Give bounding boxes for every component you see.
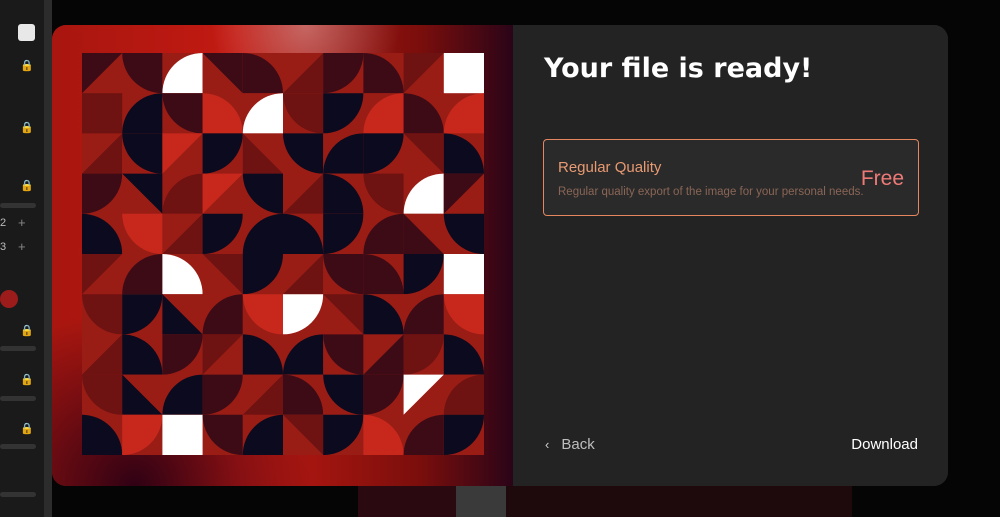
chevron-left-icon: ‹ xyxy=(545,437,550,452)
lock-icon: 🔒 xyxy=(20,423,34,435)
option-name: Regular Quality xyxy=(558,159,662,176)
pattern-shape xyxy=(82,93,123,134)
background-canvas-strip xyxy=(456,486,506,517)
background-number: 2 xyxy=(0,217,7,229)
export-dialog: Your file is ready! Regular Quality Regu… xyxy=(52,25,948,486)
lock-icon: 🔒 xyxy=(20,325,34,337)
back-button[interactable]: ‹ Back xyxy=(545,436,595,453)
pattern-shape xyxy=(443,254,484,295)
export-panel: Your file is ready! Regular Quality Regu… xyxy=(513,25,948,486)
lock-icon: 🔒 xyxy=(20,180,34,192)
background-slider xyxy=(0,492,36,497)
pattern-shape xyxy=(162,414,204,455)
background-slider xyxy=(0,203,36,208)
background-color-swatch xyxy=(18,24,35,41)
back-label: Back xyxy=(561,436,595,453)
background-canvas-strip xyxy=(506,486,852,517)
background-slider xyxy=(0,396,36,401)
lock-icon: 🔒 xyxy=(20,60,34,72)
background-slider xyxy=(0,346,36,351)
pattern-artwork xyxy=(82,53,484,455)
download-button[interactable]: Download xyxy=(851,436,918,453)
plus-icon: + xyxy=(18,239,26,254)
dialog-title: Your file is ready! xyxy=(544,53,813,84)
background-divider xyxy=(44,0,52,517)
background-slider-knob xyxy=(0,290,18,308)
background-number: 3 xyxy=(0,241,7,253)
quality-option-regular[interactable]: Regular Quality Regular quality export o… xyxy=(543,139,919,216)
background-slider xyxy=(0,444,36,449)
background-canvas-strip xyxy=(358,486,456,517)
lock-icon: 🔒 xyxy=(20,374,34,386)
background-sidebar xyxy=(0,0,44,517)
option-description: Regular quality export of the image for … xyxy=(558,186,864,198)
option-price: Free xyxy=(860,167,904,190)
image-preview xyxy=(52,25,513,486)
plus-icon: + xyxy=(18,215,26,230)
lock-icon: 🔒 xyxy=(20,122,34,134)
pattern-shape xyxy=(443,53,484,94)
